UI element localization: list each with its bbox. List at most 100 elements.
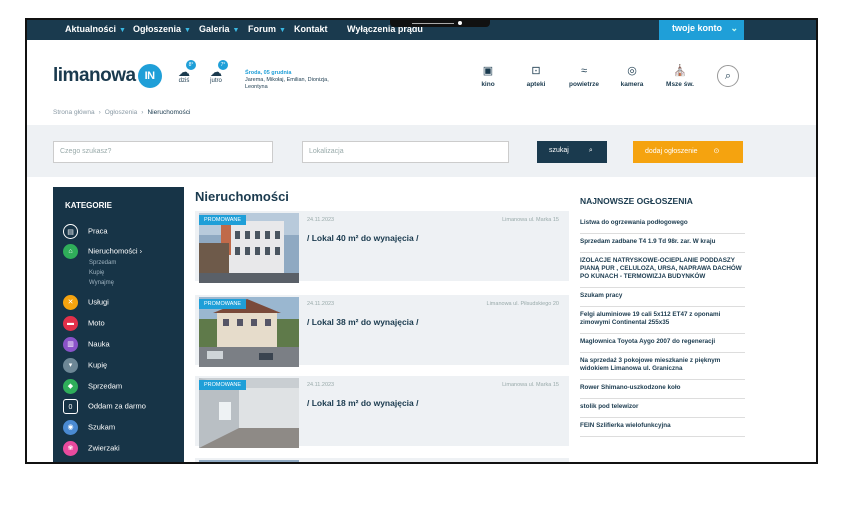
- book-icon: ▥: [63, 337, 78, 352]
- house-icon: ⌂: [63, 244, 78, 259]
- latest-listing-link[interactable]: FEIN Szlifierka wielofunkcyjna: [580, 418, 745, 437]
- latest-listing-link[interactable]: Felgi aluminiowe 19 cali 5x112 ET47 z op…: [580, 307, 745, 334]
- latest-listing-link[interactable]: stolik pod telewizor: [580, 399, 745, 418]
- sidebar-subitem-wynajme[interactable]: Wynajmę: [89, 280, 114, 286]
- header-link-label: apteki: [526, 81, 546, 88]
- weather-label: dziś: [178, 78, 190, 84]
- latest-listing-link[interactable]: Szukam pracy: [580, 288, 745, 307]
- chevron-down-icon: ⌄: [730, 23, 739, 33]
- listing-card[interactable]: PROMOWANE 24.11.2023 Limanowa ul. Marka …: [195, 376, 569, 448]
- nav-kontakt[interactable]: Kontakt: [294, 24, 328, 34]
- sidebar-item-uslugi[interactable]: ✕ Usługi: [63, 295, 109, 310]
- nav-ogloszenia[interactable]: Ogłoszenia ▼: [133, 24, 191, 34]
- nav-label: Forum: [248, 24, 276, 34]
- chevron-down-icon: ▼: [184, 27, 191, 34]
- breadcrumb-section[interactable]: Ogłoszenia: [105, 109, 138, 116]
- sidebar-item-more[interactable]: [63, 462, 88, 464]
- sidebar-item-zwierzaki[interactable]: ❀ Zwierzaki: [63, 441, 120, 456]
- listing-location: Limanowa ul. Marka 15: [502, 217, 559, 223]
- category-sidebar: KATEGORIE ▤ Praca ⌂ Nieruchomości › Sprzed…: [53, 187, 184, 464]
- tools-icon: ✕: [63, 295, 78, 310]
- sidebar-item-label: Nieruchomości ›: [88, 246, 143, 256]
- promoted-badge: PROMOWANE: [199, 380, 247, 390]
- header-link-powietrze[interactable]: ≈ powietrze: [559, 64, 609, 88]
- search-bar: Czego szukasz? Lokalizacja szukaj ⌕ dodaj…: [27, 125, 816, 177]
- browser-frame: Aktualności ▼ Ogłoszenia ▼ Galeria ▼ Forum ▼…: [25, 18, 818, 464]
- search-input[interactable]: Czego szukasz?: [53, 141, 273, 163]
- header-link-label: kamera: [620, 81, 644, 88]
- chevron-down-icon: ▼: [119, 27, 126, 34]
- sidebar-item-label: Oddam za darmo: [88, 401, 146, 411]
- sidebar-item-praca[interactable]: ▤ Praca: [63, 224, 108, 239]
- listing-card[interactable]: PROMOWANE 24.11.2023 Limanowa ul. Marka …: [195, 211, 569, 283]
- weather-tomorrow[interactable]: ☁ 7° jutro: [204, 60, 228, 84]
- weather-today[interactable]: ☁ 8° dziś: [172, 60, 196, 84]
- header-link-label: Msze św.: [666, 81, 694, 88]
- breadcrumb-current: Nieruchomości: [147, 109, 191, 116]
- temperature-badge: 8°: [186, 60, 196, 70]
- listing-photo[interactable]: [199, 460, 299, 462]
- nav-label: Aktualności: [65, 24, 117, 34]
- sidebar-item-label: Zwierzaki: [88, 443, 120, 453]
- pharmacy-icon: ⊡: [531, 65, 541, 77]
- cinema-icon: ▣: [482, 65, 494, 77]
- promoted-badge: PROMOWANE: [199, 215, 247, 225]
- sidebar-subitem-sprzedam[interactable]: Sprzedam: [89, 260, 116, 266]
- nav-forum[interactable]: Forum ▼: [248, 24, 286, 34]
- header-link-kamera[interactable]: ◎ kamera: [607, 64, 657, 88]
- listing-title[interactable]: / Lokal 38 m² do wynajęcia /: [307, 317, 418, 327]
- add-listing-button[interactable]: dodaj ogłoszenie ⊙: [633, 141, 743, 163]
- listing-date: 24.11.2023: [307, 301, 335, 307]
- latest-listing-link[interactable]: Maglownica Toyota Aygo 2007 do regenerac…: [580, 334, 745, 353]
- account-label: twoje konto: [672, 23, 722, 33]
- chevron-down-icon: ▼: [232, 27, 240, 34]
- site-header: limanowa IN ☁ 8° dziś ☁ 7° jutro Środa, 0…: [27, 40, 816, 108]
- logo-badge: IN: [137, 64, 162, 88]
- sidebar-item-nauka[interactable]: ▥ Nauka: [63, 337, 110, 352]
- site-logo[interactable]: limanowa IN: [53, 64, 162, 88]
- nav-aktualnosci[interactable]: Aktualności ▼: [65, 24, 126, 34]
- header-link-apteki[interactable]: ⊡ apteki: [511, 64, 561, 88]
- sidebar-subitem-kupie[interactable]: Kupię: [89, 270, 104, 276]
- breadcrumb-separator: ›: [141, 109, 144, 116]
- sidebar-item-nieruchomosci[interactable]: ⌂ Nieruchomości ›: [63, 244, 142, 259]
- latest-listing-link[interactable]: Listwa do ogrzewania podłogowego: [580, 215, 745, 234]
- promoted-badge: PROMOWANE: [199, 299, 247, 309]
- listing-date: 24.11.2023: [307, 217, 335, 223]
- location-input[interactable]: Lokalizacja: [302, 141, 509, 163]
- category-icon: [63, 462, 78, 464]
- gift-icon: 0: [63, 399, 78, 414]
- listing-card[interactable]: [195, 458, 569, 462]
- briefcase-icon: ▤: [63, 224, 78, 239]
- breadcrumb-home[interactable]: Strona główna: [53, 109, 95, 116]
- listing-location: Limanowa ul. Marka 15: [502, 382, 559, 388]
- date-nameday: Środa, 05 grudnia Jarema, Mikołaj, Emili…: [245, 70, 350, 91]
- listing-title[interactable]: / Lokal 18 m² do wynajęcia /: [307, 398, 418, 408]
- listing-card[interactable]: PROMOWANE 24.11.2023 Limanowa ul. Piłsud…: [195, 295, 569, 367]
- sidebar-item-moto[interactable]: ▬ Moto: [63, 316, 105, 331]
- nav-label: Galeria: [199, 24, 230, 34]
- cart-icon: ▾: [63, 358, 78, 373]
- search-icon[interactable]: ⌕: [717, 65, 739, 87]
- sidebar-item-oddam[interactable]: 0 Oddam za darmo: [63, 399, 146, 414]
- latest-listing-link[interactable]: Sprzedam zadbane T4 1.9 Td 98r. zar. W k…: [580, 234, 745, 253]
- binoculars-icon: ◉: [63, 420, 78, 435]
- paw-icon: ❀: [63, 441, 78, 456]
- car-icon: ▬: [63, 316, 78, 331]
- sidebar-item-szukam[interactable]: ◉ Szukam: [63, 420, 115, 435]
- latest-listing-link[interactable]: IZOLACJE NATRYSKOWE-OCIEPLANIE PODDASZY …: [580, 253, 745, 288]
- header-link-msze[interactable]: ⛪ Msze św.: [655, 64, 705, 88]
- add-listing-label: dodaj ogłoszenie: [645, 148, 698, 155]
- logo-text: limanowa: [53, 65, 136, 87]
- sidebar-item-kupie[interactable]: ▾ Kupię: [63, 358, 107, 373]
- header-link-kino[interactable]: ▣ kino: [463, 64, 513, 88]
- sidebar-item-sprzedam[interactable]: ◆ Sprzedam: [63, 379, 122, 394]
- latest-listing-link[interactable]: Rower Shimano-uszkodzone koło: [580, 380, 745, 399]
- latest-listing-link[interactable]: Na sprzedaż 3 pokojowe mieszkanie z pięk…: [580, 353, 745, 380]
- listing-title[interactable]: / Lokal 40 m² do wynajęcia /: [307, 233, 418, 243]
- account-button[interactable]: twoje konto ⌄: [659, 20, 744, 40]
- search-button-label: szukaj: [549, 147, 569, 154]
- search-button[interactable]: szukaj ⌕: [537, 141, 607, 163]
- nav-galeria[interactable]: Galeria ▼: [199, 24, 239, 34]
- breadcrumb-separator: ›: [98, 109, 101, 116]
